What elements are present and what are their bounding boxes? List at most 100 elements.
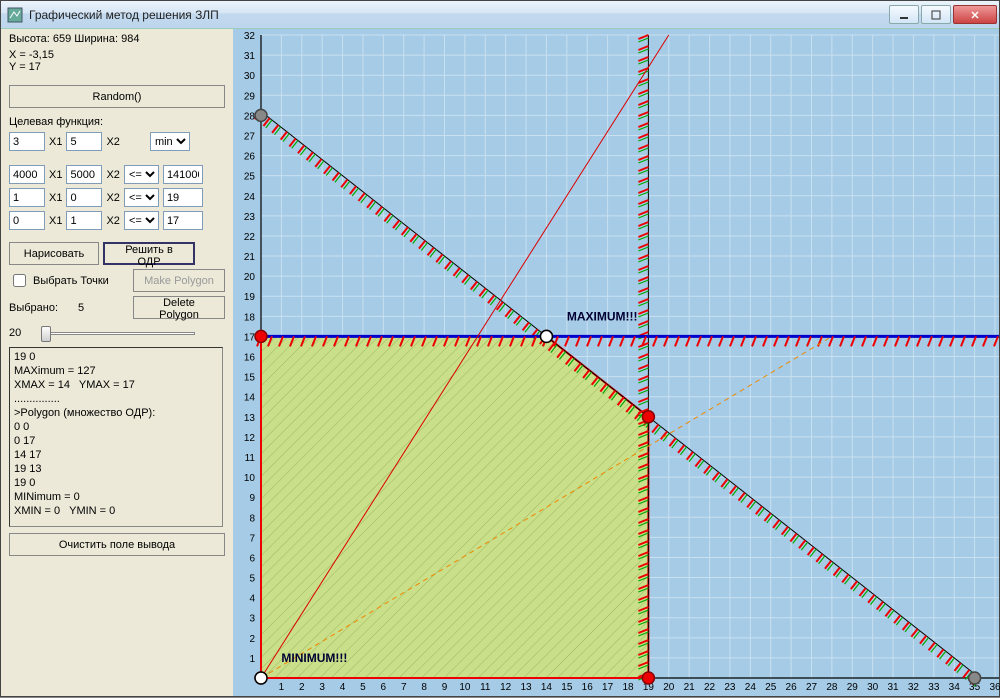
selected-count: 5 [78, 302, 84, 314]
random-button[interactable]: Random() [9, 85, 225, 108]
delete-polygon-button[interactable]: Delete Polygon [133, 296, 225, 319]
close-button[interactable] [953, 5, 997, 24]
svg-text:29: 29 [847, 682, 859, 693]
output-memo[interactable]: 19 0 MAXimum = 127 XMAX = 14 YMAX = 17 .… [9, 347, 223, 527]
svg-text:7: 7 [401, 682, 407, 693]
svg-text:10: 10 [244, 473, 256, 484]
select-points-checkbox[interactable] [13, 274, 26, 287]
app-icon [7, 7, 23, 23]
svg-text:27: 27 [806, 682, 818, 693]
svg-text:30: 30 [244, 71, 256, 82]
status-y: Y = 17 [9, 61, 225, 73]
svg-text:9: 9 [249, 493, 255, 504]
svg-text:3: 3 [249, 614, 255, 625]
svg-text:31: 31 [244, 51, 256, 62]
c1-a1-input[interactable] [9, 165, 45, 184]
svg-text:10: 10 [459, 682, 471, 693]
svg-text:20: 20 [663, 682, 675, 693]
svg-text:21: 21 [244, 252, 256, 263]
c3-a2-input[interactable] [66, 211, 102, 230]
window-title: Графический метод решения ЗЛП [29, 8, 889, 22]
solve-button[interactable]: Решить в ОДР [103, 242, 195, 265]
c2-b-input[interactable] [163, 188, 203, 207]
svg-text:16: 16 [244, 353, 256, 364]
svg-text:7: 7 [249, 533, 255, 544]
svg-text:8: 8 [421, 682, 427, 693]
c3-op-select[interactable]: <= [124, 211, 159, 230]
status-x: X = -3,15 [9, 49, 225, 61]
svg-text:18: 18 [622, 682, 634, 693]
svg-text:27: 27 [244, 131, 256, 142]
svg-text:11: 11 [480, 682, 491, 693]
svg-text:6: 6 [381, 682, 387, 693]
svg-text:MINIMUM!!!: MINIMUM!!! [281, 651, 347, 665]
chart-svg: 1234567891011121314151617181920212223242… [233, 29, 1000, 698]
svg-text:4: 4 [249, 594, 255, 605]
titlebar[interactable]: Графический метод решения ЗЛП [1, 1, 999, 29]
svg-text:MAXIMUM!!!: MAXIMUM!!! [567, 309, 638, 323]
draw-button[interactable]: Нарисовать [9, 242, 99, 265]
c1-op-select[interactable]: <= [124, 165, 159, 184]
svg-text:13: 13 [520, 682, 532, 693]
clear-output-button[interactable]: Очистить поле вывода [9, 533, 225, 556]
objective-label: Целевая функция: [9, 116, 103, 128]
svg-text:2: 2 [249, 634, 255, 645]
svg-text:36: 36 [989, 682, 1000, 693]
svg-text:24: 24 [745, 682, 757, 693]
selected-label: Выбрано: [9, 302, 58, 314]
svg-text:14: 14 [541, 682, 553, 693]
svg-text:12: 12 [500, 682, 512, 693]
svg-text:11: 11 [245, 453, 256, 464]
svg-text:1: 1 [249, 654, 255, 665]
svg-text:6: 6 [249, 553, 255, 564]
direction-select[interactable]: min [150, 132, 190, 151]
maximize-button[interactable] [921, 5, 951, 24]
svg-text:4: 4 [340, 682, 346, 693]
control-panel: Высота: 659 Ширина: 984 X = -3,15 Y = 17… [1, 29, 233, 696]
svg-text:17: 17 [602, 682, 614, 693]
svg-text:3: 3 [319, 682, 325, 693]
make-polygon-button[interactable]: Make Polygon [133, 269, 225, 292]
c3-a1-input[interactable] [9, 211, 45, 230]
svg-text:32: 32 [908, 682, 920, 693]
x1-label: X1 [49, 136, 62, 148]
svg-text:34: 34 [949, 682, 961, 693]
slider-value: 20 [9, 327, 21, 339]
svg-text:29: 29 [244, 91, 256, 102]
graph-area[interactable]: 1234567891011121314151617181920212223242… [233, 29, 999, 696]
svg-text:24: 24 [244, 192, 256, 203]
obj-c1-input[interactable] [9, 132, 45, 151]
speed-slider[interactable] [39, 323, 199, 343]
c3-b-input[interactable] [163, 211, 203, 230]
app-window: Графический метод решения ЗЛП Высота: 65… [0, 0, 1000, 697]
svg-text:16: 16 [582, 682, 594, 693]
svg-text:32: 32 [244, 31, 256, 42]
svg-text:19: 19 [244, 292, 256, 303]
svg-text:22: 22 [244, 232, 256, 243]
x2-label: X2 [106, 136, 119, 148]
minimize-button[interactable] [889, 5, 919, 24]
c2-op-select[interactable]: <= [124, 188, 159, 207]
svg-text:31: 31 [887, 682, 899, 693]
svg-text:33: 33 [928, 682, 940, 693]
c1-b-input[interactable] [163, 165, 203, 184]
svg-text:14: 14 [244, 393, 256, 404]
c2-a2-input[interactable] [66, 188, 102, 207]
svg-text:8: 8 [249, 513, 255, 524]
svg-text:28: 28 [826, 682, 838, 693]
svg-text:9: 9 [442, 682, 448, 693]
svg-text:20: 20 [244, 272, 256, 283]
svg-text:18: 18 [244, 312, 256, 323]
c2-a1-input[interactable] [9, 188, 45, 207]
obj-c2-input[interactable] [66, 132, 102, 151]
svg-text:21: 21 [684, 682, 696, 693]
svg-text:17: 17 [244, 332, 256, 343]
svg-text:5: 5 [360, 682, 366, 693]
svg-text:1: 1 [279, 682, 285, 693]
svg-text:12: 12 [244, 433, 256, 444]
svg-text:28: 28 [244, 111, 256, 122]
c1-a2-input[interactable] [66, 165, 102, 184]
status-dims: Высота: 659 Ширина: 984 [9, 33, 225, 45]
svg-text:15: 15 [561, 682, 573, 693]
svg-text:23: 23 [724, 682, 736, 693]
